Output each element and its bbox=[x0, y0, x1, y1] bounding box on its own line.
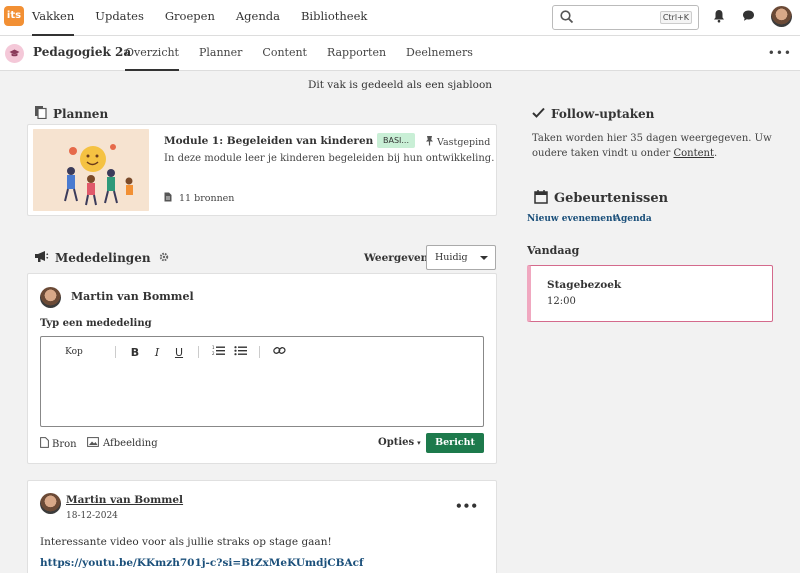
attach-source-button[interactable]: Bron bbox=[40, 437, 77, 451]
toolbar-divider bbox=[259, 346, 260, 358]
italic-icon[interactable]: I bbox=[146, 346, 168, 359]
svg-text:1: 1 bbox=[212, 345, 215, 350]
event-title: Stagebezoek bbox=[547, 279, 622, 291]
calendar-icon bbox=[534, 189, 548, 208]
bold-icon[interactable]: B bbox=[124, 346, 146, 359]
file-icon bbox=[40, 437, 49, 451]
caret-down-icon: ▾ bbox=[417, 438, 421, 447]
module-resources: 11 bronnen bbox=[164, 192, 234, 205]
event-time: 12:00 bbox=[547, 296, 576, 307]
editor-toolbar: Kop B I U 12 bbox=[41, 343, 290, 361]
tab-overzicht[interactable]: Overzicht bbox=[125, 36, 179, 71]
nav-item-vakken[interactable]: Vakken bbox=[32, 0, 75, 36]
toolbar-divider bbox=[115, 346, 116, 358]
attach-image-button[interactable]: Afbeelding bbox=[87, 437, 158, 450]
post-author[interactable]: Martin van Bommel bbox=[66, 494, 183, 506]
link-icon[interactable] bbox=[268, 345, 290, 359]
copy-icon bbox=[34, 105, 47, 122]
search-shortcut: Ctrl+K bbox=[659, 11, 692, 24]
course-title: Pedagogiek 2a bbox=[33, 45, 132, 59]
settings-gear-icon[interactable] bbox=[159, 251, 169, 265]
post-author-avatar bbox=[40, 493, 61, 514]
new-event-link[interactable]: Nieuw evenement bbox=[527, 214, 617, 224]
module-title[interactable]: Module 1: Begeleiden van kinderen bij ..… bbox=[164, 135, 407, 147]
template-notice: Dit vak is gedeeld als een sjabloon bbox=[307, 79, 493, 91]
agenda-link[interactable]: Agenda bbox=[614, 214, 652, 224]
nav-item-groepen[interactable]: Groepen bbox=[165, 0, 215, 36]
announcement-editor[interactable]: Kop B I U 12 bbox=[40, 336, 484, 427]
author-avatar bbox=[40, 287, 61, 308]
post-link[interactable]: https://youtu.be/KKmzh701j-c?si=BtZxMeKU… bbox=[40, 557, 364, 569]
module-description: In deze module leer je kinderen begeleid… bbox=[164, 153, 495, 164]
options-dropdown[interactable]: Opties ▾ bbox=[378, 437, 421, 448]
top-bar: its Vakken Updates Groepen Agenda Biblio… bbox=[0, 0, 800, 36]
tab-planner[interactable]: Planner bbox=[199, 36, 242, 71]
nav-item-bibliotheek[interactable]: Bibliotheek bbox=[301, 0, 367, 36]
tab-deelnemers[interactable]: Deelnemers bbox=[406, 36, 473, 71]
events-heading: Gebeurtenissen bbox=[534, 189, 668, 208]
ordered-list-icon[interactable]: 12 bbox=[207, 345, 229, 359]
heading-dropdown[interactable]: Kop bbox=[41, 347, 107, 357]
search-input[interactable]: Ctrl+K bbox=[552, 5, 699, 30]
show-label: Weergeven bbox=[364, 252, 429, 264]
post-body: Interessante video voor als jullie strak… bbox=[40, 536, 332, 548]
tab-content[interactable]: Content bbox=[262, 36, 307, 71]
module-badge: BASI... bbox=[377, 133, 415, 148]
composer-author: Martin van Bommel bbox=[71, 290, 194, 303]
course-tabs: Overzicht Planner Content Rapporten Deel… bbox=[125, 36, 493, 71]
chat-icon[interactable] bbox=[742, 9, 755, 25]
underline-icon[interactable]: U bbox=[168, 346, 190, 359]
send-button[interactable]: Bericht bbox=[426, 433, 484, 453]
plans-heading: Plannen bbox=[34, 105, 108, 122]
toolbar-divider bbox=[198, 346, 199, 358]
nav-item-updates[interactable]: Updates bbox=[95, 0, 144, 36]
post-more-icon[interactable]: ••• bbox=[455, 499, 478, 513]
graduation-cap-icon bbox=[5, 44, 24, 63]
module-card[interactable]: Module 1: Begeleiden van kinderen bij ..… bbox=[27, 124, 497, 216]
image-icon bbox=[87, 437, 99, 450]
follow-up-heading: Follow-uptaken bbox=[532, 107, 654, 121]
course-bar: Pedagogiek 2a Overzicht Planner Content … bbox=[0, 36, 800, 71]
megaphone-icon bbox=[34, 250, 49, 266]
content-link[interactable]: Content bbox=[673, 148, 714, 159]
search-icon bbox=[560, 10, 574, 27]
composer-label: Typ een mededeling bbox=[40, 318, 152, 329]
show-filter-select[interactable]: Huidig bbox=[426, 245, 496, 270]
user-avatar[interactable] bbox=[771, 6, 792, 27]
bell-icon[interactable] bbox=[713, 9, 725, 26]
pinned-label: Vastgepind bbox=[425, 135, 490, 149]
pin-icon bbox=[425, 135, 434, 149]
main-nav: Vakken Updates Groepen Agenda Bibliothee… bbox=[32, 0, 388, 36]
app-logo[interactable]: its bbox=[4, 6, 24, 26]
checkmark-icon bbox=[532, 107, 545, 121]
tab-rapporten[interactable]: Rapporten bbox=[327, 36, 386, 71]
document-icon bbox=[164, 192, 172, 205]
announcement-composer: Martin van Bommel Typ een mededeling Kop… bbox=[27, 273, 497, 464]
post-date: 18-12-2024 bbox=[66, 511, 118, 521]
chevron-down-icon bbox=[480, 256, 488, 260]
follow-up-text: Taken worden hier 35 dagen weergegeven. … bbox=[532, 133, 772, 159]
announcements-heading: Mededelingen bbox=[34, 250, 169, 266]
svg-text:2: 2 bbox=[212, 351, 215, 356]
module-illustration bbox=[33, 129, 149, 211]
today-heading: Vandaag bbox=[527, 244, 580, 257]
nav-item-agenda[interactable]: Agenda bbox=[236, 0, 280, 36]
more-options-icon[interactable]: ••• bbox=[768, 46, 792, 60]
event-card[interactable]: Stagebezoek 12:00 bbox=[527, 265, 773, 322]
announcement-post: Martin van Bommel 18-12-2024 ••• Interes… bbox=[27, 480, 497, 573]
bullet-list-icon[interactable] bbox=[229, 345, 251, 359]
